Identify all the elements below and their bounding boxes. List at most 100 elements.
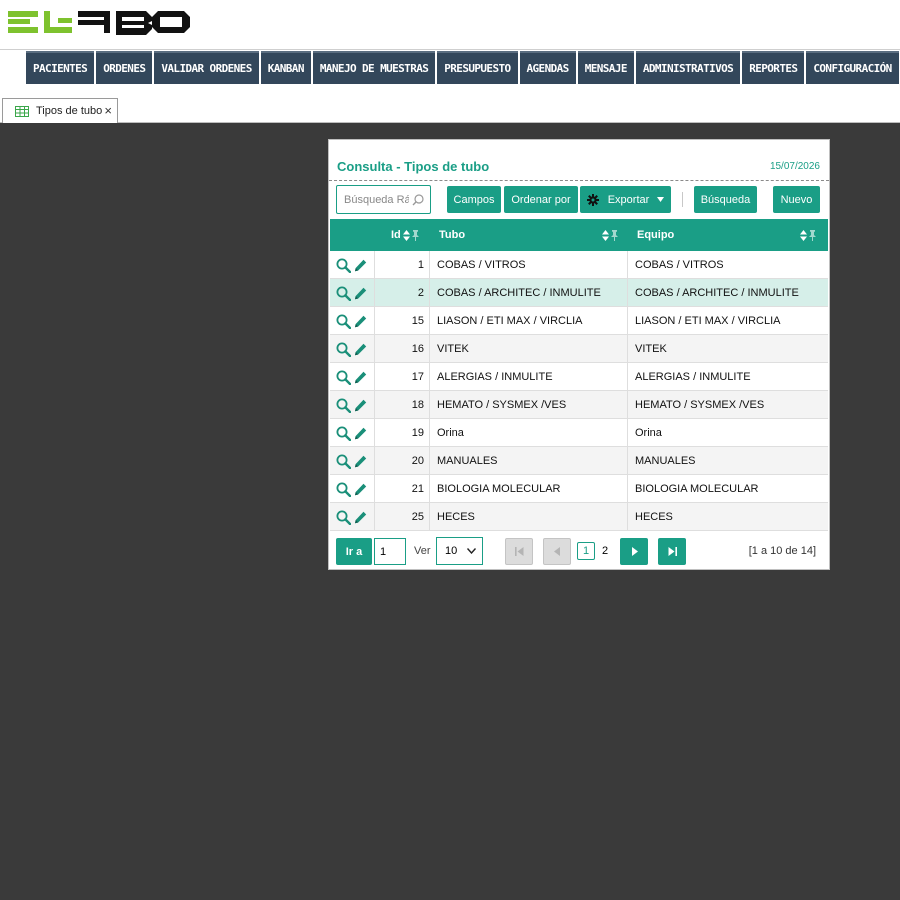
data-grid: Id Tubo Equipo 1 COBAS / VITROS COBAS / VI… <box>330 219 828 531</box>
cell-tubo: COBAS / ARCHITEC / INMULITE <box>430 279 628 307</box>
table-row[interactable]: 25 HECES HECES <box>330 503 828 531</box>
edit-icon[interactable] <box>354 343 367 356</box>
busqueda-button[interactable]: Búsqueda <box>694 186 757 213</box>
edit-icon[interactable] <box>354 259 367 272</box>
table-row[interactable]: 21 BIOLOGIA MOLECULAR BIOLOGIA MOLECULAR <box>330 475 828 503</box>
tab-label: Tipos de tubo <box>36 105 103 117</box>
view-icon[interactable] <box>336 342 352 357</box>
row-actions <box>330 335 375 363</box>
nuevo-button[interactable]: Nuevo <box>773 186 820 213</box>
sort-icon[interactable] <box>402 229 410 241</box>
pin-icon[interactable] <box>611 229 618 241</box>
row-actions <box>330 475 375 503</box>
sort-icon[interactable] <box>602 229 609 241</box>
table-row[interactable]: 15 LIASON / ETI MAX / VIRCLIA LIASON / ETI… <box>330 307 828 335</box>
panel-header: Consulta - Tipos de tubo 15/07/2026 <box>329 140 829 181</box>
edit-icon[interactable] <box>354 287 367 300</box>
edit-icon[interactable] <box>354 399 367 412</box>
nav-agendas[interactable]: AGENDAS <box>519 51 576 84</box>
view-icon[interactable] <box>336 370 352 385</box>
edit-icon[interactable] <box>354 427 367 440</box>
row-actions <box>330 503 375 531</box>
cell-tubo: HEMATO / SYSMEX /VES <box>430 391 628 419</box>
elabo-logo <box>8 11 190 35</box>
nav-pacientes[interactable]: PACIENTES <box>26 51 95 84</box>
row-actions <box>330 447 375 475</box>
gear-icon <box>586 193 599 206</box>
row-actions <box>330 307 375 335</box>
search-input[interactable] <box>337 186 409 213</box>
cell-id: 16 <box>375 335 430 363</box>
table-row[interactable]: 20 MANUALES MANUALES <box>330 447 828 475</box>
table-row[interactable]: 1 COBAS / VITROS COBAS / VITROS <box>330 251 828 279</box>
edit-icon[interactable] <box>354 315 367 328</box>
per-page-select[interactable]: 10 <box>436 537 483 565</box>
nav-administrativos[interactable]: ADMINISTRATIVOS <box>635 51 741 84</box>
ir-a-button[interactable]: Ir a <box>336 538 372 565</box>
header-tubo-controls <box>600 219 618 251</box>
edit-icon[interactable] <box>354 483 367 496</box>
table-icon <box>15 105 29 117</box>
cell-tubo: LIASON / ETI MAX / VIRCLIA <box>430 307 628 335</box>
nav-kanban[interactable]: KANBAN <box>260 51 311 84</box>
page-number-input[interactable] <box>374 538 406 565</box>
nav-presupuesto[interactable]: PRESUPUESTO <box>437 51 518 84</box>
view-icon[interactable] <box>336 426 352 441</box>
page-1-button[interactable]: 1 <box>577 542 595 560</box>
toolbar-separator <box>682 192 683 207</box>
cell-tubo: MANUALES <box>430 447 628 475</box>
cell-tubo: BIOLOGIA MOLECULAR <box>430 475 628 503</box>
last-page-button[interactable] <box>658 538 686 565</box>
nav-ordenes[interactable]: ORDENES <box>96 51 153 84</box>
table-row[interactable]: 18 HEMATO / SYSMEX /VES HEMATO / SYSMEX /V… <box>330 391 828 419</box>
cell-id: 2 <box>375 279 430 307</box>
edit-icon[interactable] <box>354 371 367 384</box>
view-icon[interactable] <box>336 398 352 413</box>
tab-tipos-de-tubo[interactable]: Tipos de tubo × <box>2 98 118 123</box>
pagination: Ir a Ver 10 1 2 [1 a 10 de 14] <box>329 537 829 565</box>
header-equipo-controls <box>798 219 816 251</box>
view-icon[interactable] <box>336 454 352 469</box>
row-actions <box>330 391 375 419</box>
exportar-button[interactable]: Exportar <box>580 186 671 213</box>
record-range: [1 a 10 de 14] <box>748 545 816 557</box>
edit-icon[interactable] <box>354 455 367 468</box>
view-icon[interactable] <box>336 314 352 329</box>
table-row[interactable]: 2 COBAS / ARCHITEC / INMULITE COBAS / ARCH… <box>330 279 828 307</box>
row-actions <box>330 363 375 391</box>
header-equipo[interactable]: Equipo <box>637 219 674 251</box>
ordenar-por-button[interactable]: Ordenar por <box>504 186 578 213</box>
nav-manejo-de-muestras[interactable]: MANEJO DE MUESTRAS <box>312 51 436 84</box>
view-icon[interactable] <box>336 286 352 301</box>
pin-icon[interactable] <box>809 229 816 241</box>
table-row[interactable]: 16 VITEK VITEK <box>330 335 828 363</box>
nav-reportes[interactable]: REPORTES <box>742 51 805 84</box>
view-icon[interactable] <box>336 258 352 273</box>
view-icon[interactable] <box>336 510 352 525</box>
sort-icon[interactable] <box>800 229 807 241</box>
cell-equipo: Orina <box>635 427 662 439</box>
table-row[interactable]: 17 ALERGIAS / INMULITE ALERGIAS / INMULITE <box>330 363 828 391</box>
grid-header: Id Tubo Equipo <box>330 219 828 251</box>
view-icon[interactable] <box>336 482 352 497</box>
nav-configuracion[interactable]: CONFIGURACIÓN <box>806 51 899 84</box>
cell-id: 20 <box>375 447 430 475</box>
per-page-value: 10 <box>445 545 458 557</box>
nav-validar-ordenes[interactable]: VALIDAR ORDENES <box>154 51 259 84</box>
top-header <box>0 0 900 50</box>
header-id[interactable]: Id <box>391 219 419 251</box>
pin-icon[interactable] <box>411 229 419 241</box>
nav-mensaje[interactable]: MENSAJE <box>577 51 634 84</box>
table-row[interactable]: 19 Orina Orina <box>330 419 828 447</box>
campos-button[interactable]: Campos <box>447 186 501 213</box>
header-equipo-label: Equipo <box>637 229 675 241</box>
tab-bar: Tipos de tubo × <box>0 87 900 123</box>
first-page-button[interactable] <box>505 538 533 565</box>
edit-icon[interactable] <box>354 511 367 524</box>
close-icon[interactable]: × <box>104 103 112 118</box>
search-icon[interactable] <box>412 194 424 206</box>
header-tubo[interactable]: Tubo <box>439 219 465 251</box>
next-page-button[interactable] <box>620 538 648 565</box>
prev-page-button[interactable] <box>543 538 571 565</box>
page-2-button[interactable]: 2 <box>596 542 614 560</box>
